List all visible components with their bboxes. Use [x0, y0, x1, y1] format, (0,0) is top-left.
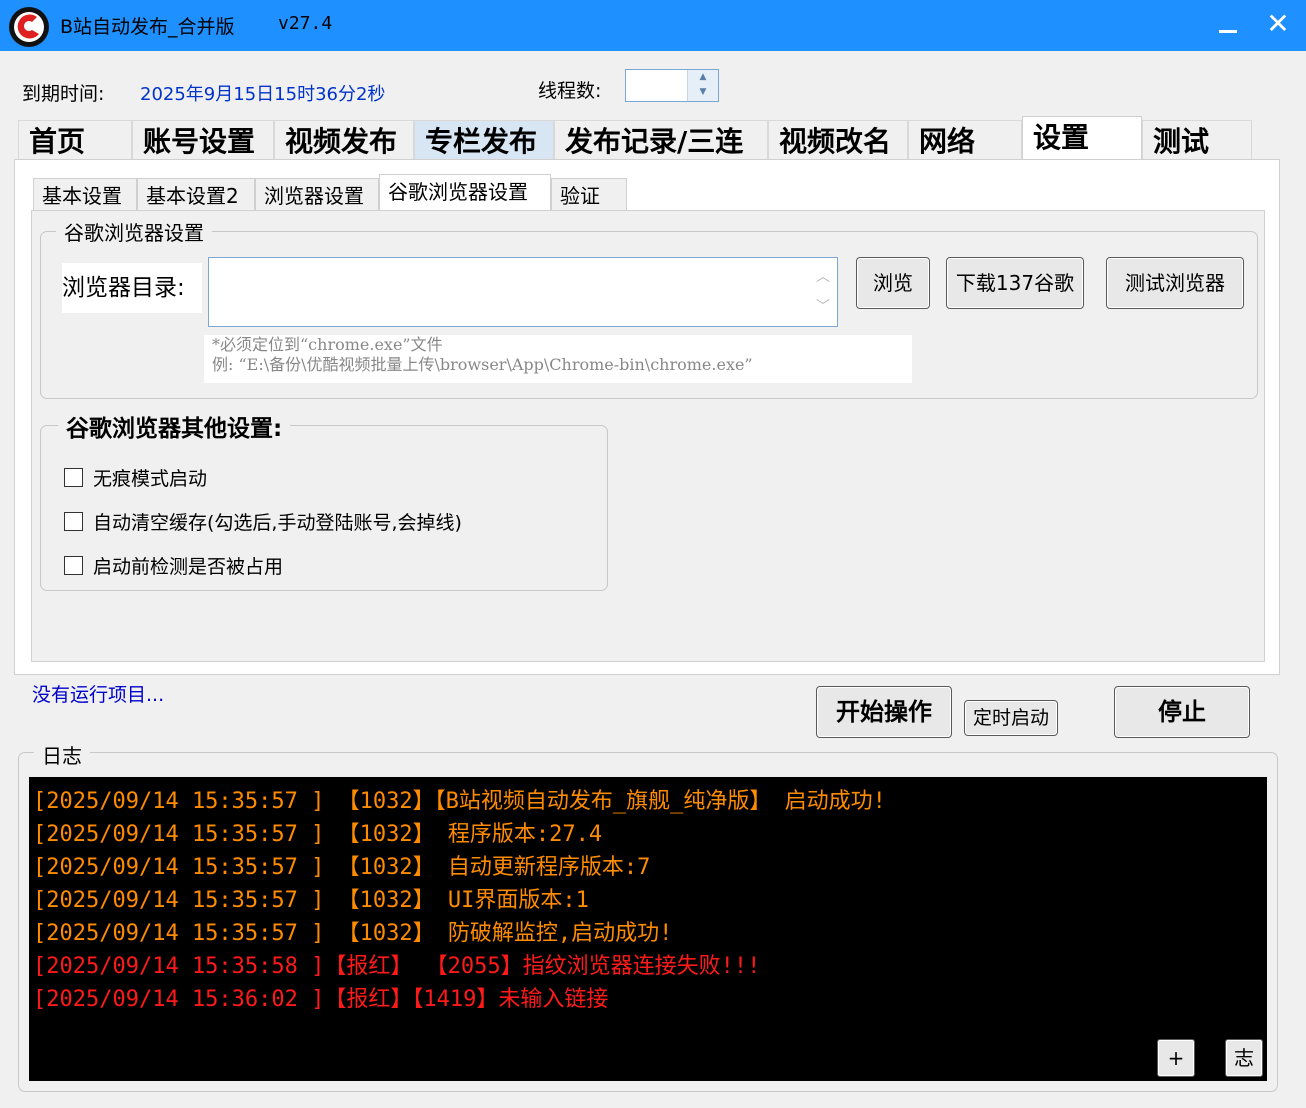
log-console[interactable]: [2025/09/14 15:35:57 ] 【1032】【B站视频自动发布_旗…	[29, 777, 1267, 1081]
subtab-verify[interactable]: 验证	[551, 178, 627, 211]
scroll-down-icon[interactable]: ﹀	[809, 292, 837, 322]
log-zhi-button[interactable]: 志	[1225, 1039, 1263, 1077]
expire-label: 到期时间:	[22, 83, 105, 105]
tab-settings[interactable]: 设置	[1022, 116, 1142, 161]
browser-dir-hint: *必须定位到“chrome.exe”文件 例: “E:\备份\优酷视频批量上传\…	[204, 335, 912, 383]
chrome-settings-body: 谷歌浏览器设置 浏览器目录: ︿ ﹀ 浏览 下载137谷歌 测试浏览器 *必须定…	[32, 211, 1264, 661]
checkbox-icon	[64, 556, 83, 575]
checkbox-icon	[64, 468, 83, 487]
tab-account-settings[interactable]: 账号设置	[132, 120, 274, 160]
status-text: 没有运行项目...	[32, 684, 165, 706]
chrome-settings-page: 谷歌浏览器设置 浏览器目录: ︿ ﹀ 浏览 下载137谷歌 测试浏览器 *必须定…	[31, 210, 1265, 662]
hint-line-2: 例: “E:\备份\优酷视频批量上传\browser\App\Chrome-bi…	[212, 355, 753, 374]
log-line: [2025/09/14 15:35:57 ] 【1032】 程序版本:27.4	[33, 822, 603, 847]
stop-button[interactable]: 停止	[1114, 686, 1250, 738]
checkbox-icon	[64, 512, 83, 531]
start-button[interactable]: 开始操作	[816, 686, 952, 738]
spin-up-icon[interactable]: ▲	[688, 70, 718, 85]
browser-dir-label: 浏览器目录:	[62, 263, 202, 313]
browse-button[interactable]: 浏览	[856, 257, 930, 309]
window-version: v27.4	[278, 13, 333, 34]
tab-network[interactable]: 网络	[908, 120, 1022, 160]
check-occupied-checkbox[interactable]: 启动前检测是否被占用	[64, 553, 283, 581]
incognito-label: 无痕模式启动	[93, 468, 208, 490]
chrome-settings-group-title: 谷歌浏览器设置	[56, 217, 212, 246]
log-line: [2025/09/14 15:35:57 ] 【1032】 自动更新程序版本:7	[33, 855, 651, 880]
title-bar: B站自动发布_合并版 v27.4 ✕	[0, 0, 1306, 51]
browser-dir-input[interactable]: ︿ ﹀	[208, 257, 838, 327]
schedule-button[interactable]: 定时启动	[964, 700, 1058, 736]
minimize-button[interactable]	[1210, 6, 1246, 42]
log-line: [2025/09/14 15:36:02 ]【报红】【1419】未输入链接	[33, 987, 609, 1012]
expire-value: 2025年9月15日15时36分2秒	[140, 84, 386, 105]
window-title: B站自动发布_合并版	[60, 16, 235, 38]
tab-video-publish[interactable]: 视频发布	[274, 120, 414, 160]
subtab-browser-settings[interactable]: 浏览器设置	[255, 178, 379, 211]
log-line: [2025/09/14 15:35:57 ] 【1032】【B站视频自动发布_旗…	[33, 789, 886, 814]
download-chrome-button[interactable]: 下载137谷歌	[946, 257, 1084, 309]
close-icon: ✕	[1266, 7, 1290, 40]
auto-clear-cache-checkbox[interactable]: 自动清空缓存(勾选后,手动登陆账号,会掉线)	[64, 509, 462, 537]
close-button[interactable]: ✕	[1260, 6, 1296, 42]
tab-test[interactable]: 测试	[1142, 120, 1252, 160]
subtab-basic-settings-2[interactable]: 基本设置2	[137, 178, 255, 211]
thread-count-label: 线程数:	[538, 80, 602, 102]
scroll-up-icon[interactable]: ︿	[809, 262, 837, 292]
main-tab-strip: 首页 账号设置 视频发布 专栏发布 发布记录/三连 视频改名 网络 设置 测试	[18, 116, 1282, 161]
log-group: [2025/09/14 15:35:57 ] 【1032】【B站视频自动发布_旗…	[18, 752, 1278, 1092]
log-line: [2025/09/14 15:35:57 ] 【1032】 UI界面版本:1	[33, 888, 589, 913]
browser-dir-scrollbar[interactable]: ︿ ﹀	[809, 258, 837, 326]
hint-line-1: *必须定位到“chrome.exe”文件	[212, 335, 443, 354]
incognito-checkbox[interactable]: 无痕模式启动	[64, 465, 207, 493]
check-occupied-label: 启动前检测是否被占用	[93, 556, 284, 578]
log-line: [2025/09/14 15:35:57 ] 【1032】 防破解监控,启动成功…	[33, 921, 673, 946]
tab-column-publish[interactable]: 专栏发布	[414, 120, 554, 160]
log-title: 日志	[34, 740, 90, 769]
log-line: [2025/09/14 15:35:58 ]【报红】 【2055】指纹浏览器连接…	[33, 954, 761, 979]
spin-down-icon[interactable]: ▼	[688, 85, 718, 100]
spinner-buttons: ▲ ▼	[687, 70, 718, 101]
subtab-chrome-settings[interactable]: 谷歌浏览器设置	[379, 174, 551, 212]
settings-panel: 基本设置 基本设置2 浏览器设置 谷歌浏览器设置 验证 谷歌浏览器设置 浏览器目…	[14, 159, 1280, 675]
app-logo-icon	[9, 7, 49, 47]
tab-home[interactable]: 首页	[18, 120, 132, 160]
thread-count-spinner[interactable]: ▲ ▼	[625, 69, 719, 102]
subtab-basic-settings[interactable]: 基本设置	[33, 178, 137, 211]
auto-clear-cache-label: 自动清空缓存(勾选后,手动登陆账号,会掉线)	[93, 512, 462, 534]
test-browser-button[interactable]: 测试浏览器	[1106, 257, 1244, 309]
tab-publish-records[interactable]: 发布记录/三连	[554, 120, 768, 160]
minimize-icon	[1219, 30, 1237, 33]
chrome-other-settings-title: 谷歌浏览器其他设置:	[58, 409, 291, 443]
tab-video-rename[interactable]: 视频改名	[768, 120, 908, 160]
log-plus-button[interactable]: +	[1157, 1039, 1195, 1077]
